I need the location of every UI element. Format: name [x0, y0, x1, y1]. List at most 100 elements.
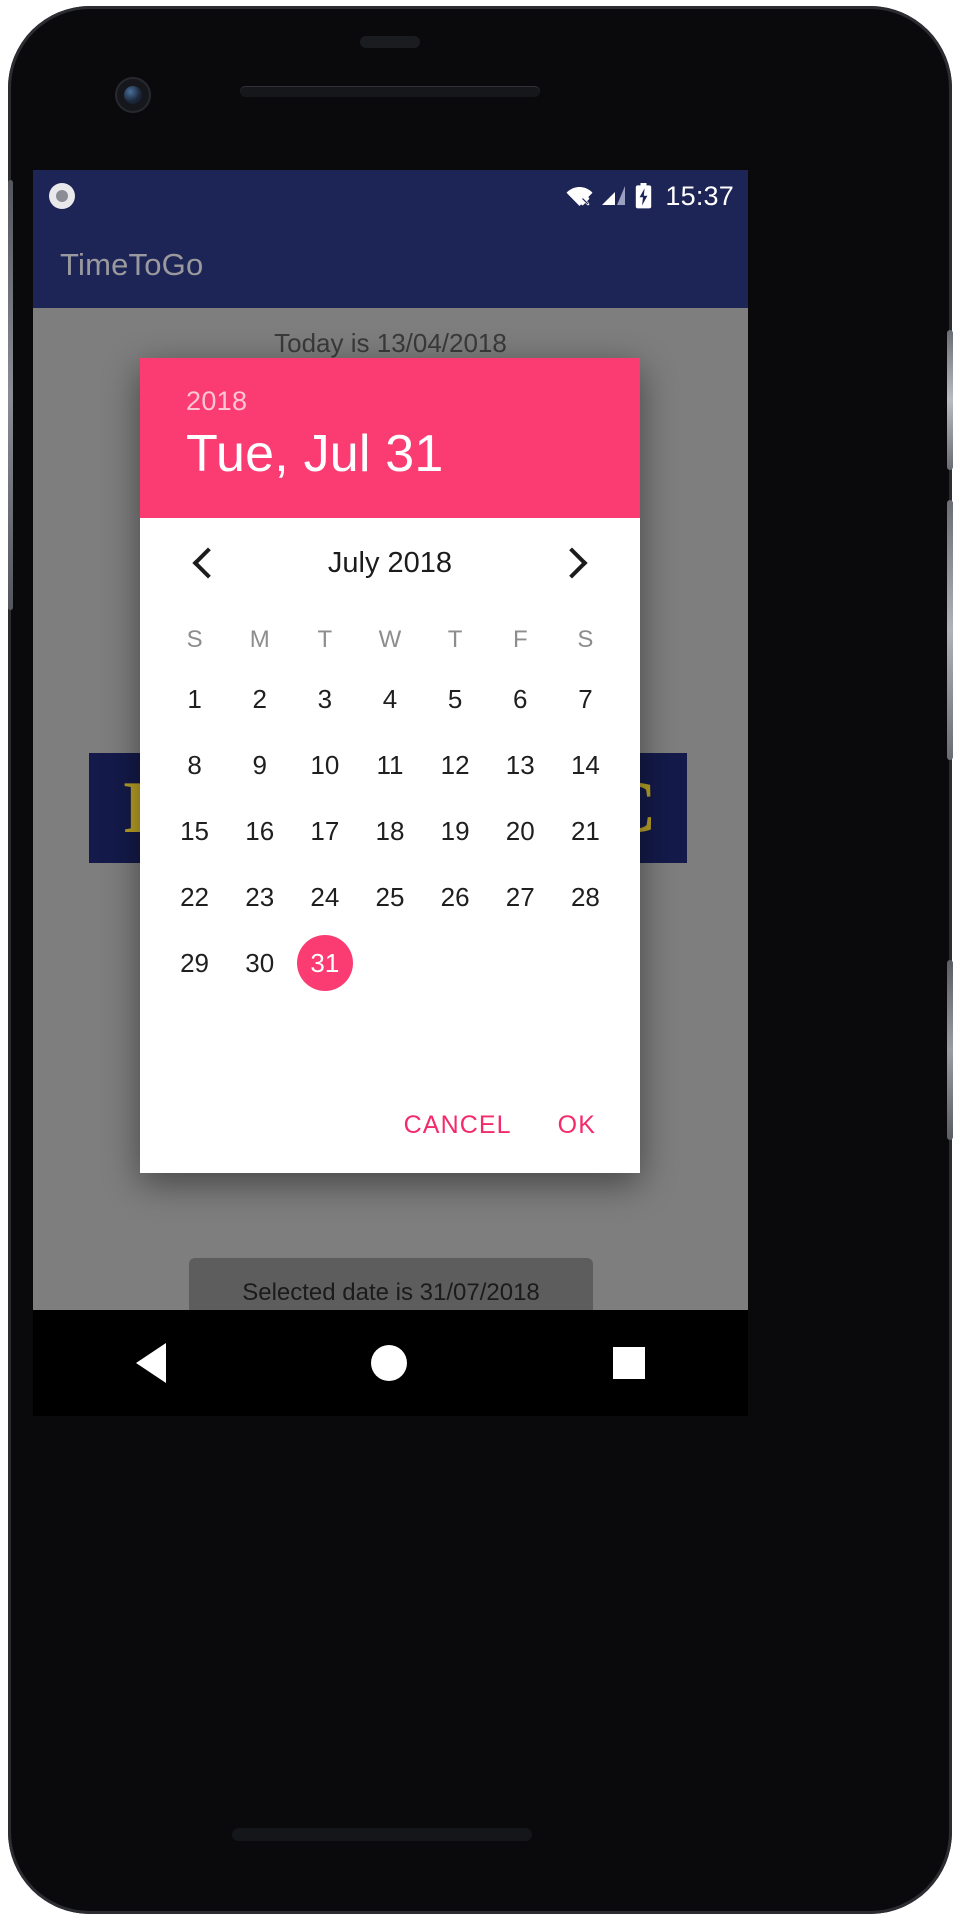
- calendar-day-number: 21: [570, 815, 600, 846]
- weekday-label: S: [577, 626, 594, 653]
- calendar-day[interactable]: 8: [162, 732, 227, 798]
- calendar-day[interactable]: 29: [162, 930, 227, 996]
- date-picker-dialog: 2018 Tue, Jul 31 July 2018 SMTWTFS 12345…: [140, 358, 640, 1173]
- calendar-day[interactable]: 23: [227, 864, 292, 930]
- calendar-day-number: 31: [296, 935, 353, 991]
- calendar-day[interactable]: 24: [292, 864, 357, 930]
- calendar-day[interactable]: 9: [227, 732, 292, 798]
- calendar-day-number: 9: [252, 749, 267, 780]
- calendar-day[interactable]: 27: [488, 864, 553, 930]
- calendar-day-number: 18: [375, 815, 405, 846]
- calendar-day[interactable]: 3: [292, 666, 357, 732]
- calendar-day-number: 4: [382, 683, 398, 714]
- calendar-day-number: 17: [310, 815, 340, 846]
- phone-mockup: 15:37 TimeToGo Today is 13/04/2018 F C S…: [0, 0, 960, 1920]
- calendar-body: July 2018 SMTWTFS 1 2 3 4 5 6 7 8 9 10 11 12 13 14 15 1…: [140, 518, 640, 996]
- calendar-day[interactable]: 12: [423, 732, 488, 798]
- calendar-day[interactable]: 25: [357, 864, 422, 930]
- today-date-label: Today is 13/04/2018: [274, 328, 507, 358]
- ok-button[interactable]: OK: [558, 1111, 596, 1140]
- weekday-label: S: [186, 626, 203, 653]
- calendar-day-number: 23: [245, 881, 275, 912]
- status-bar-left: [49, 183, 75, 209]
- toast-message: Selected date is 31/07/2018: [189, 1258, 593, 1310]
- cellular-signal-icon: [602, 186, 626, 206]
- back-button-icon[interactable]: [135, 1343, 166, 1383]
- chevron-right-icon[interactable]: [558, 546, 592, 580]
- calendar-day-number: 10: [310, 749, 340, 780]
- front-camera-icon: [115, 77, 151, 113]
- calendar-day-number: 27: [505, 881, 535, 912]
- calendar-day-selected[interactable]: 31: [292, 930, 357, 996]
- calendar-day[interactable]: 10: [292, 732, 357, 798]
- calendar-day[interactable]: 6: [488, 666, 553, 732]
- calendar-day-number: 15: [180, 815, 210, 846]
- calendar-day[interactable]: 18: [357, 798, 422, 864]
- record-dot-icon: [49, 183, 75, 209]
- calendar-day-number: 5: [447, 683, 463, 714]
- wifi-off-icon: [566, 185, 593, 207]
- dialog-selected-date-label[interactable]: Tue, Jul 31: [186, 424, 640, 484]
- calendar-day-number: 30: [245, 947, 275, 978]
- dialog-year-label[interactable]: 2018: [186, 386, 640, 417]
- home-button-icon[interactable]: [371, 1345, 408, 1381]
- battery-charging-icon: [635, 183, 652, 209]
- calendar-day-number: 19: [440, 815, 470, 846]
- date-picker-header: 2018 Tue, Jul 31: [140, 358, 640, 518]
- calendar-day[interactable]: 2: [227, 666, 292, 732]
- calendar-day-number: 3: [317, 683, 333, 714]
- calendar-day-number: 11: [376, 749, 404, 780]
- phone-screen: 15:37 TimeToGo Today is 13/04/2018 F C S…: [33, 170, 748, 1310]
- calendar-day[interactable]: 14: [553, 732, 618, 798]
- calendar-day-number: 29: [180, 947, 210, 978]
- calendar-day-number: 13: [505, 749, 535, 780]
- calendar-day[interactable]: 4: [357, 666, 422, 732]
- calendar-day[interactable]: 19: [423, 798, 488, 864]
- android-navigation-bar: [33, 1310, 748, 1416]
- phone-side-accent: [947, 960, 953, 1140]
- top-speaker-grille: [360, 36, 420, 48]
- calendar-day[interactable]: 1: [162, 666, 227, 732]
- recents-button-icon[interactable]: [613, 1347, 646, 1379]
- phone-side-button-volume: [947, 500, 953, 760]
- weekday-label: T: [317, 626, 333, 653]
- bottom-speaker-grille: [232, 1828, 532, 1841]
- calendar-day[interactable]: 22: [162, 864, 227, 930]
- calendar-day[interactable]: 5: [423, 666, 488, 732]
- month-navigation: July 2018: [162, 518, 618, 608]
- calendar-day-number: 20: [505, 815, 535, 846]
- calendar-day[interactable]: 15: [162, 798, 227, 864]
- calendar-day[interactable]: 20: [488, 798, 553, 864]
- calendar-day[interactable]: 11: [357, 732, 422, 798]
- calendar-day-number: 25: [375, 881, 405, 912]
- calendar-day-number: 1: [187, 683, 202, 714]
- calendar-day-number: 22: [180, 881, 210, 912]
- weekday-label: W: [378, 626, 402, 653]
- app-bar: TimeToGo: [33, 222, 748, 308]
- calendar-day[interactable]: 21: [553, 798, 618, 864]
- calendar-day-number: 8: [187, 749, 202, 780]
- phone-side-button-power: [947, 330, 953, 470]
- calendar-day[interactable]: 17: [292, 798, 357, 864]
- status-bar-clock: 15:37: [665, 180, 734, 211]
- weekday-label: M: [249, 626, 270, 653]
- status-bar: 15:37: [33, 170, 748, 222]
- calendar-day-number: 16: [245, 815, 275, 846]
- cancel-button[interactable]: CANCEL: [404, 1111, 512, 1140]
- calendar-day[interactable]: 16: [227, 798, 292, 864]
- calendar-day-number: 26: [440, 881, 470, 912]
- weekday-label: F: [512, 626, 528, 653]
- calendar-day-number: 14: [570, 749, 600, 780]
- calendar-day[interactable]: 13: [488, 732, 553, 798]
- chevron-left-icon[interactable]: [188, 546, 222, 580]
- calendar-day-number: 6: [513, 683, 528, 714]
- calendar-day-number: 7: [578, 683, 593, 714]
- calendar-day-number: 12: [440, 749, 470, 780]
- calendar-day[interactable]: 28: [553, 864, 618, 930]
- calendar-day[interactable]: 26: [423, 864, 488, 930]
- weekday-label: T: [447, 626, 463, 653]
- app-title: TimeToGo: [60, 247, 204, 282]
- calendar-day[interactable]: 30: [227, 930, 292, 996]
- calendar-day[interactable]: 7: [553, 666, 618, 732]
- calendar-day-number: 24: [310, 881, 340, 912]
